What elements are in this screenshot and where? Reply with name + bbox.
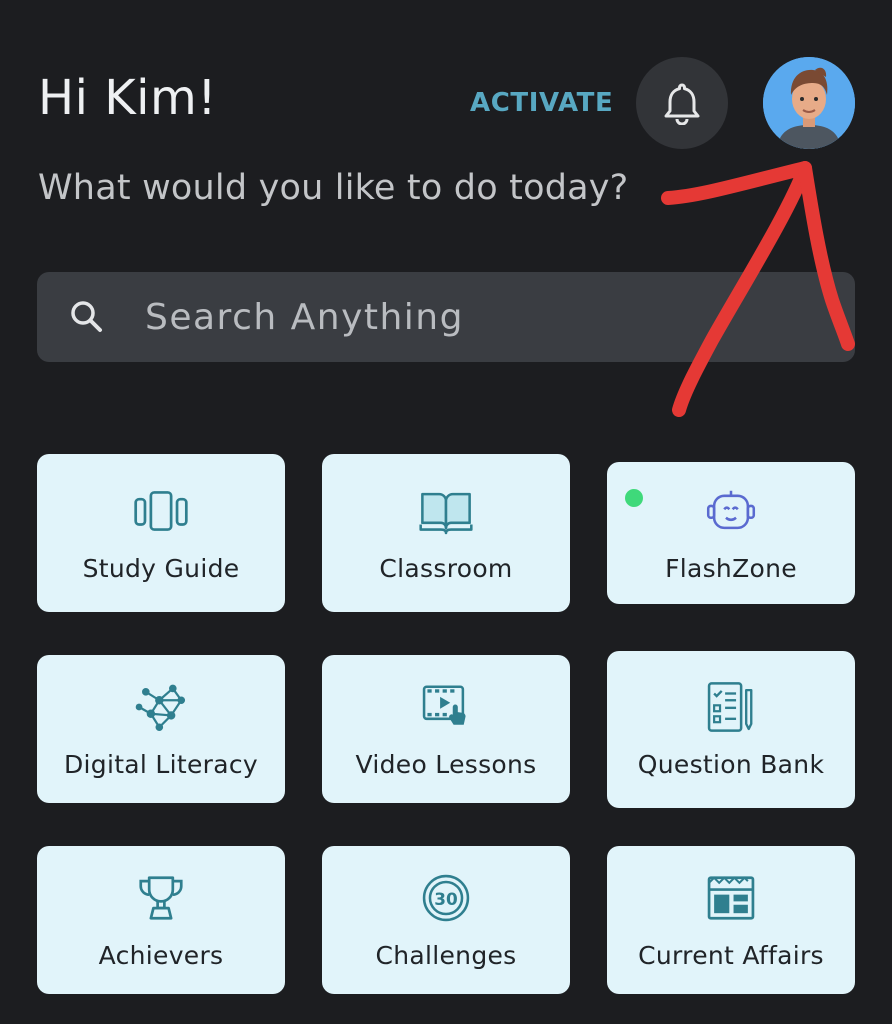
tile-label: Achievers (98, 940, 224, 970)
subtitle-prompt: What would you like to do today? (38, 168, 629, 208)
tile-achievers[interactable]: Achievers (37, 846, 285, 994)
tile-label: Video Lessons (355, 749, 537, 779)
tile-label: Study Guide (82, 553, 240, 583)
tile-video-lessons[interactable]: Video Lessons (322, 655, 570, 803)
tile-label: Challenges (375, 940, 517, 970)
activate-link[interactable]: ACTIVATE (470, 88, 613, 118)
status-dot (625, 489, 643, 507)
newspaper-icon (707, 875, 755, 920)
video-icon (422, 684, 466, 725)
bell-icon (664, 83, 700, 125)
checklist-icon (707, 682, 753, 732)
tile-digital-literacy[interactable]: Digital Literacy (37, 655, 285, 803)
search-placeholder: Search Anything (145, 296, 464, 338)
robot-icon (706, 490, 756, 529)
notifications-button[interactable] (636, 57, 728, 149)
tile-label: Digital Literacy (63, 749, 259, 779)
search-bar[interactable]: Search Anything (37, 272, 855, 362)
tile-label: Question Bank (637, 750, 825, 779)
tile-study-guide[interactable]: Study Guide (37, 454, 285, 612)
tile-challenges[interactable]: 30 Challenges (322, 846, 570, 994)
profile-avatar[interactable] (763, 57, 855, 149)
tile-label: Current Affairs (638, 940, 824, 970)
tile-classroom[interactable]: Classroom (322, 454, 570, 612)
tile-question-bank[interactable]: Question Bank (607, 651, 855, 808)
user-avatar-icon (763, 57, 855, 149)
greeting-title: Hi Kim! (38, 70, 217, 126)
svg-text:30: 30 (434, 888, 457, 908)
network-icon (135, 684, 186, 731)
search-icon (71, 301, 102, 332)
tile-label: Classroom (379, 553, 513, 583)
tile-current-affairs[interactable]: Current Affairs (607, 846, 855, 994)
timer-30-icon: 30 (422, 874, 470, 921)
study-guide-icon (134, 490, 188, 531)
trophy-icon (139, 875, 183, 920)
book-icon (419, 492, 473, 534)
tile-flashzone[interactable]: FlashZone (607, 462, 855, 604)
tile-label: FlashZone (665, 553, 797, 583)
